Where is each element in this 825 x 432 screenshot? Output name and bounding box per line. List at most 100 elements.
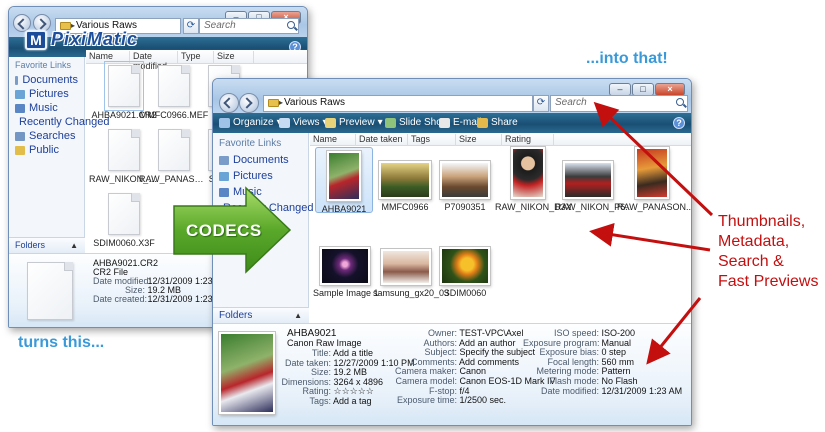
front-nav-pictures[interactable]: Pictures: [213, 168, 308, 184]
detail-row: Title: Add a title: [253, 348, 373, 358]
thumbnail-item[interactable]: MMFC0966: [373, 161, 437, 212]
thumbnail-item[interactable]: AHBA9021: [315, 147, 373, 214]
detail-value[interactable]: ☆☆☆☆☆: [331, 386, 374, 396]
back-nav-documents[interactable]: Documents: [9, 73, 84, 87]
detail-row: Exposure program: Manual: [523, 338, 631, 348]
back-folders-toggle[interactable]: Folders ▲: [9, 237, 85, 253]
music-icon: [15, 103, 25, 113]
detail-value[interactable]: ISO-200: [599, 328, 636, 338]
detail-value[interactable]: Canon: [457, 366, 487, 376]
detail-file-type: Canon Raw Image: [287, 338, 362, 348]
blank-file-icon: [158, 129, 190, 171]
detail-row: Comments: Add comments: [391, 357, 519, 367]
detail-value[interactable]: Add an author: [457, 338, 516, 348]
front-address-bar[interactable]: ▸ Various Raws: [263, 95, 533, 112]
detail-value[interactable]: 12/31/2009 1:23 AM: [599, 386, 683, 396]
back-col-date-modified[interactable]: Date modified: [130, 51, 178, 71]
back-col-name[interactable]: Name: [86, 51, 130, 63]
blank-file-icon: [108, 193, 140, 235]
logo-wordmark: PixiMatic: [51, 29, 139, 49]
detail-value[interactable]: Manual: [599, 338, 632, 348]
detail-row: ISO speed: ISO-200: [523, 328, 635, 338]
feature-thumbnails: Thumbnails,: [718, 213, 806, 230]
detail-value[interactable]: No Flash: [599, 376, 638, 386]
email-button[interactable]: E-mail: [439, 117, 481, 128]
detail-value[interactable]: Add a title: [331, 348, 373, 358]
thumbnail-item[interactable]: RAW_NIKON_P6...: [555, 161, 633, 212]
detail-value[interactable]: Pattern: [599, 366, 631, 376]
back-nav-music[interactable]: Music: [9, 101, 84, 115]
detail-value[interactable]: 3264 x 4896: [331, 377, 384, 387]
front-nav-documents[interactable]: Documents: [213, 152, 308, 168]
thumbnail-item[interactable]: RAW_PANASON...: [617, 147, 691, 212]
back-col-type[interactable]: Type: [178, 51, 214, 63]
detail-label: Exposure program:: [523, 337, 600, 348]
detail-row: Date modified: 12/31/2009 1:23 AM: [523, 386, 682, 396]
pictures-icon: [15, 89, 25, 99]
pictures-icon: [219, 171, 229, 181]
front-favorite-links-header: Favorite Links: [219, 138, 282, 149]
back-refresh-button[interactable]: ⟳: [183, 18, 199, 34]
organize-menu[interactable]: Organize ▾: [219, 117, 282, 128]
front-col-name[interactable]: Name: [310, 134, 356, 146]
back-file-item[interactable]: SDIM0060.X3F: [89, 193, 159, 248]
front-col-rating[interactable]: Rating: [502, 134, 554, 146]
detail-value[interactable]: f/4: [457, 386, 470, 396]
photo-thumbnail: [381, 249, 431, 285]
thumbnail-item[interactable]: RAW_NIKON_D3X: [495, 147, 572, 212]
detail-value[interactable]: TEST-VPC\Axel: [457, 328, 523, 338]
front-refresh-button[interactable]: ⟳: [533, 95, 549, 112]
views-menu[interactable]: Views ▾: [279, 117, 328, 128]
folder-icon: [268, 99, 279, 107]
thumbnail-item[interactable]: P7090351: [433, 161, 497, 212]
feature-search: Search &: [718, 253, 784, 270]
detail-row: Authors: Add an author: [391, 337, 516, 348]
front-nav-forward-button[interactable]: [239, 93, 259, 113]
after-caption: ...into that!: [586, 50, 668, 67]
help-icon[interactable]: ?: [673, 117, 685, 129]
detail-row: Metering mode: Pattern: [523, 366, 631, 377]
front-address-text: Various Raws: [284, 97, 345, 108]
share-button[interactable]: Share: [477, 117, 518, 128]
front-col-date-taken[interactable]: Date taken: [356, 134, 408, 146]
share-icon: [477, 117, 488, 128]
detail-label: Camera model:: [395, 376, 457, 386]
preview-menu[interactable]: Preview ▾: [325, 117, 383, 128]
front-folders-toggle[interactable]: Folders ▲: [213, 307, 309, 323]
front-search-input[interactable]: Search: [550, 95, 688, 112]
photo-thumbnail: [635, 147, 669, 199]
detail-value[interactable]: Add comments: [457, 357, 519, 367]
detail-label: Metering mode:: [536, 366, 599, 377]
front-col-size[interactable]: Size: [456, 134, 502, 146]
detail-label: Camera maker:: [394, 366, 457, 377]
photo-thumbnail: [563, 161, 613, 199]
detail-row: Flash mode: No Flash: [523, 376, 638, 386]
email-icon: [439, 117, 450, 128]
back-col-size[interactable]: Size: [214, 51, 254, 63]
blank-file-icon: [158, 65, 190, 107]
back-nav-pictures[interactable]: Pictures: [9, 87, 84, 101]
front-nav-back-button[interactable]: [219, 93, 239, 113]
front-details-pane: AHBA9021 Canon Raw Image Title: Add a ti…: [213, 323, 691, 425]
thumbnail-item[interactable]: SDIM0060: [433, 247, 497, 298]
detail-value[interactable]: 1/2500 sec.: [457, 395, 507, 405]
back-search-input[interactable]: Search: [199, 18, 299, 34]
photo-thumbnail: [379, 161, 431, 199]
front-column-header: Name Date taken Tags Size Rating: [310, 133, 691, 146]
back-nav-public[interactable]: Public: [9, 143, 84, 157]
back-nav-recently-changed[interactable]: Recently Changed: [9, 115, 110, 129]
slide-show-icon: [385, 117, 396, 128]
detail-label: F-stop:: [428, 385, 457, 396]
organize-icon: [219, 117, 230, 128]
detail-value[interactable]: Add a tag: [331, 396, 372, 406]
front-col-tags[interactable]: Tags: [408, 134, 456, 146]
detail-value[interactable]: 0 step: [599, 347, 627, 357]
back-nav-searches[interactable]: Searches: [9, 129, 84, 143]
detail-label: Authors:: [423, 337, 457, 348]
search-icon: [287, 21, 295, 29]
thumbnail-item[interactable]: samsung_gx20_03: [373, 249, 449, 298]
detail-value[interactable]: 560 mm: [599, 357, 635, 367]
detail-value[interactable]: 19.2 MB: [331, 367, 368, 377]
thumbnail-item[interactable]: Sample Image 1: [313, 247, 379, 298]
detail-label: Exposure time:: [396, 395, 457, 406]
